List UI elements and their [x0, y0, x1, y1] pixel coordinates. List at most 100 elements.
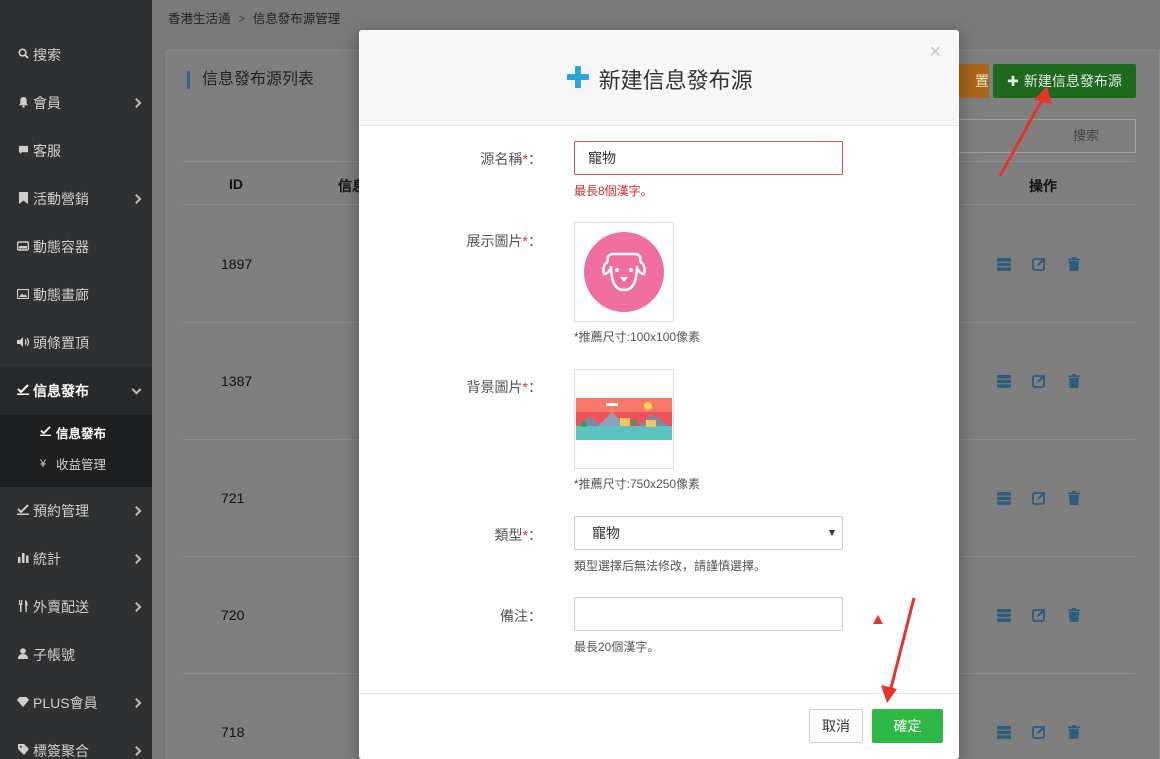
type-select-value: 寵物	[592, 525, 620, 541]
landscape-banner-image	[576, 398, 672, 440]
dog-icon	[584, 232, 664, 312]
field-label-display-image: 展示圖片*：	[359, 231, 542, 251]
sidebar-item-label: 活動營銷	[33, 191, 89, 207]
yen-icon: ¥	[40, 457, 47, 470]
column-header-actions: 操作	[1029, 178, 1057, 194]
edit-icon[interactable]	[1032, 491, 1046, 505]
row-id: 720	[221, 607, 245, 623]
source-name-help: 最長8個漢字。	[574, 184, 653, 198]
sidebar-item-sub-account[interactable]: 子帳號	[0, 631, 152, 679]
sidebar-item-info-publish[interactable]: 信息發布	[0, 367, 152, 415]
trash-icon[interactable]	[1067, 491, 1081, 505]
cancel-button[interactable]: 取消	[809, 709, 863, 743]
sidebar-item-label: 預約管理	[33, 503, 89, 519]
list-icon[interactable]	[997, 725, 1011, 739]
trash-icon[interactable]	[1067, 374, 1081, 388]
remark-input[interactable]	[574, 597, 843, 631]
sidebar-item-marketing[interactable]: 活動營銷	[0, 175, 152, 223]
chevron-right-icon	[131, 602, 142, 612]
close-icon[interactable]: ×	[929, 42, 941, 62]
panel-title: 信息發布源列表	[187, 71, 314, 89]
new-source-button[interactable]: ✚ 新建信息發布源	[993, 64, 1136, 98]
sidebar-item-label: 子帳號	[33, 647, 75, 663]
display-image-upload[interactable]	[574, 222, 674, 322]
sidebar-item-search[interactable]: 搜索	[0, 31, 152, 79]
label-colon: ：	[528, 233, 542, 249]
label-text: 源名稱	[480, 151, 523, 167]
sidebar-item-label: 會員	[33, 95, 61, 111]
type-select[interactable]: 寵物	[574, 516, 843, 550]
chevron-right-icon	[131, 554, 142, 564]
list-icon[interactable]	[997, 374, 1011, 388]
modal-title: ✚ 新建信息發布源	[359, 63, 959, 95]
edit-icon[interactable]	[1032, 725, 1046, 739]
user-icon	[16, 648, 30, 662]
bg-image-upload[interactable]	[574, 369, 674, 469]
search-input[interactable]: 搜索	[947, 119, 1136, 153]
modal-title-text: 新建信息發布源	[598, 68, 753, 93]
chevron-down-icon	[131, 384, 142, 395]
field-label-bg-image: 背景圖片*：	[359, 377, 542, 397]
sidebar-submenu: 信息發布 ¥ 收益管理	[0, 415, 152, 487]
edit-icon[interactable]	[1032, 257, 1046, 271]
field-label-remark: 備注：	[359, 606, 542, 626]
confirm-button[interactable]: 確定	[872, 709, 943, 743]
bg-image-help: *推薦尺寸:750x250像素	[574, 477, 701, 491]
row-id: 1897	[221, 256, 253, 272]
sidebar-item-gallery[interactable]: 動態畫廊	[0, 271, 152, 319]
chevron-right-icon	[131, 698, 142, 708]
settings-button[interactable]: 置	[959, 64, 989, 98]
remark-help: 最長20個漢字。	[574, 640, 660, 654]
trash-icon[interactable]	[1067, 257, 1081, 271]
cutlery-icon	[16, 599, 30, 615]
caret-down-icon	[829, 530, 835, 536]
bookmark-icon	[16, 191, 30, 207]
bar-chart-icon	[16, 552, 30, 566]
sidebar-item-label: 動態畫廊	[33, 287, 89, 303]
submenu-item-revenue[interactable]: ¥ 收益管理	[40, 454, 106, 473]
sidebar-item-label: 客服	[33, 143, 61, 159]
sidebar-item-plus-member[interactable]: PLUS會員	[0, 679, 152, 727]
new-source-button-label: 新建信息發布源	[1023, 73, 1122, 89]
sidebar: 搜索 會員 客服 活動營銷 動態容器 動態畫廊 頭條置頂 信息發布 信息發布 ¥…	[0, 0, 152, 759]
sidebar-item-service[interactable]: 客服	[0, 127, 152, 175]
source-name-input[interactable]: 寵物	[574, 141, 843, 175]
check-icon	[40, 426, 52, 439]
modal-footer: 取消 確定	[359, 693, 959, 759]
breadcrumb-home[interactable]: 香港生活通	[168, 12, 231, 26]
edit-icon[interactable]	[1032, 374, 1046, 388]
label-colon: ：	[528, 608, 542, 624]
sidebar-item-booking[interactable]: 預約管理	[0, 487, 152, 535]
sidebar-item-delivery[interactable]: 外賣配送	[0, 583, 152, 631]
row-id: 1387	[221, 373, 253, 389]
list-icon[interactable]	[997, 608, 1011, 622]
breadcrumb-current: 信息發布源管理	[252, 12, 341, 26]
sidebar-item-headline[interactable]: 頭條置頂	[0, 319, 152, 367]
modal-header: × ✚ 新建信息發布源	[359, 30, 959, 126]
hdd-icon	[16, 240, 30, 254]
label-text: 備注	[500, 608, 528, 624]
chevron-right-icon	[131, 746, 142, 756]
submenu-item-info-publish[interactable]: 信息發布	[40, 423, 106, 442]
list-icon[interactable]	[997, 491, 1011, 505]
trash-icon[interactable]	[1067, 608, 1081, 622]
breadcrumb-separator: >	[238, 12, 246, 26]
sidebar-item-label: 標簽聚合	[33, 743, 89, 759]
row-id: 721	[221, 490, 245, 506]
sidebar-item-statistics[interactable]: 統計	[0, 535, 152, 583]
list-icon[interactable]	[997, 257, 1011, 271]
sidebar-item-tag-aggregate[interactable]: 標簽聚合	[0, 727, 152, 759]
chevron-right-icon	[131, 194, 142, 204]
bell-icon	[16, 96, 30, 111]
display-image-help: *推薦尺寸:100x100像素	[574, 330, 701, 344]
trash-icon[interactable]	[1067, 725, 1081, 739]
edit-icon[interactable]	[1032, 608, 1046, 622]
sidebar-item-dynamic-container[interactable]: 動態容器	[0, 223, 152, 271]
chevron-right-icon	[131, 98, 142, 108]
label-colon: ：	[528, 527, 542, 543]
submenu-item-label: 信息發布	[56, 427, 107, 441]
sidebar-item-member[interactable]: 會員	[0, 79, 152, 127]
sidebar-item-label: 統計	[33, 551, 61, 567]
picture-icon	[16, 288, 30, 302]
field-label-name: 源名稱*：	[359, 149, 542, 169]
